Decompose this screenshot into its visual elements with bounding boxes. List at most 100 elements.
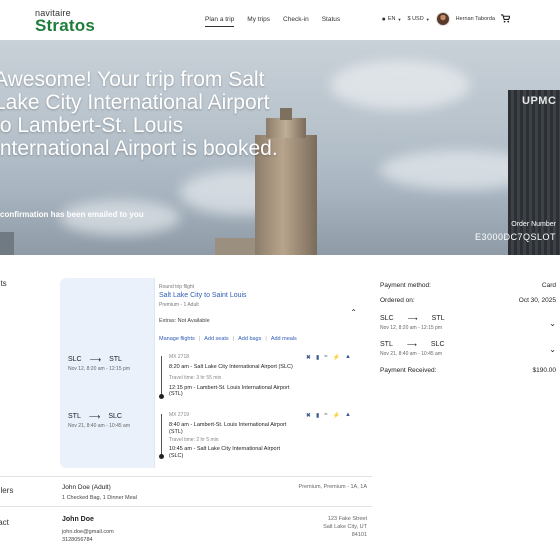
passenger-summary: Premium - 1 Adult	[159, 302, 199, 308]
payment-leg-outbound[interactable]: SLC ⟶ STL Nov 12, 8:20 am - 12:15 pm ⌄	[380, 315, 556, 331]
section-label-contact: tact	[0, 518, 9, 527]
departure-info: 8:20 am - Salt Lake City International A…	[169, 364, 293, 370]
power-icon: ⚡	[332, 413, 341, 419]
order-number-value: E3000DC7QSLOT	[474, 232, 556, 242]
main-nav: Plan a trip My trips Check-in Status	[205, 16, 340, 27]
payment-received-value: $190.00	[532, 367, 557, 374]
arrow-right-icon: ⟶	[88, 412, 101, 421]
extras-status: Extras: Not Available	[159, 318, 210, 324]
departure-info: 8:40 am - Lambert-St. Louis Internationa…	[169, 422, 287, 428]
chevron-down-icon: ▼	[397, 16, 402, 22]
itinerary-details: Round trip flight Salt Lake City to Sain…	[154, 278, 367, 468]
leg-dates: Nov 21, 8:40 am - 10:45 am	[68, 423, 130, 429]
payment-received-row: Payment Received: $190.00	[380, 367, 556, 374]
add-meals-link[interactable]: Add meals	[271, 336, 297, 342]
building-sign: UPMC	[522, 95, 557, 107]
user-name[interactable]: Hernan Taborda	[456, 16, 495, 22]
chevron-down-icon[interactable]: ⌄	[549, 319, 556, 331]
section-label-travelers: elers	[0, 486, 14, 495]
collapse-chevron-icon[interactable]: ⌃	[350, 308, 357, 317]
travel-time: Travel time: 2 hr 5 min	[169, 437, 219, 443]
manage-links: Manage flights | Add seats | Add bags | …	[159, 336, 297, 342]
payment-method-label: Payment method:	[380, 282, 431, 289]
contact-name: John Doe	[62, 516, 94, 523]
nav-status[interactable]: Status	[322, 16, 340, 27]
arrival-info-code: (STL)	[169, 391, 183, 397]
seat-icon: ▲	[345, 354, 351, 360]
payment-leg-return[interactable]: STL ⟶ SLC Nov 21, 8:40 am - 10:45 am ⌄	[380, 341, 556, 357]
chevron-down-icon[interactable]: ⌄	[549, 345, 556, 357]
power-icon: ⚡	[332, 355, 341, 361]
arrow-right-icon: ⟶	[406, 342, 417, 349]
language-selector[interactable]: ● EN ▼	[382, 16, 402, 23]
payment-method-row: Payment method: Card	[380, 282, 556, 289]
payment-received-label: Payment Received:	[380, 367, 437, 374]
leg-destination: STL	[109, 356, 122, 363]
leg-origin: SLC	[68, 356, 82, 363]
itinerary-legs-summary: SLC ⟶ STL Nov 12, 8:20 am - 12:15 pm STL…	[60, 278, 154, 468]
arrow-right-icon: ⟶	[407, 316, 418, 323]
section-label-flights: nts	[0, 279, 7, 288]
manage-flights-link[interactable]: Manage flights	[159, 336, 195, 342]
drink-icon: ▮	[315, 355, 320, 361]
ordered-on-row: Ordered on: Oct 30, 2025	[380, 297, 556, 304]
building-distant	[0, 232, 14, 255]
departure-info-code: (STL)	[169, 428, 183, 435]
meal-icon: ✖	[305, 413, 311, 419]
order-number-label: Order Number	[511, 221, 556, 228]
traveler-name: John Doe (Adult)	[62, 484, 111, 491]
contact-email: john.doe@gmail.com	[62, 529, 114, 535]
payment-method-value: Card	[541, 282, 556, 289]
flight-number: MX 2718	[169, 354, 190, 360]
leg-dates: Nov 21, 8:40 am - 10:45 am	[380, 351, 442, 357]
leg-destination: SLC	[430, 341, 445, 348]
cart-icon[interactable]	[501, 13, 511, 25]
nav-my-trips[interactable]: My trips	[247, 16, 270, 27]
building-upmc	[508, 90, 560, 255]
leg-destination: STL	[431, 315, 445, 322]
currency-label: $ USD	[407, 16, 424, 22]
leg-dates: Nov 12, 8:20 am - 12:15 pm	[68, 366, 130, 372]
seat-icon: ▲	[345, 412, 351, 418]
flight-number: MX 2719	[169, 412, 190, 418]
amenities: ✖ ▮ ≈ ⚡ ▲	[306, 412, 351, 419]
contact-address-line3: 84101	[351, 532, 367, 538]
contact-address-line1: 123 Fake Street	[327, 516, 367, 522]
nav-check-in[interactable]: Check-in	[283, 16, 309, 27]
drink-icon: ▮	[315, 413, 320, 419]
page: navitaire Stratos Plan a trip My trips C…	[0, 0, 560, 560]
language-label: EN	[387, 16, 396, 22]
contact-address-line2: Salt Lake City, UT	[323, 524, 367, 530]
booking-confirmation-title: Awesome! Your trip from Salt Lake City I…	[0, 68, 278, 160]
ordered-on-label: Ordered on:	[380, 297, 415, 304]
wifi-icon: ≈	[324, 412, 328, 418]
amenities: ✖ ▮ ≈ ⚡ ▲	[306, 354, 351, 361]
header-actions: ● EN ▼ $ USD ▼ Hernan Taborda	[382, 12, 511, 26]
leg-destination: SLC	[108, 413, 122, 420]
nav-plan-a-trip[interactable]: Plan a trip	[205, 16, 235, 27]
ordered-on-value: Oct 30, 2025	[518, 297, 556, 304]
add-bags-link[interactable]: Add bags	[238, 336, 261, 342]
arrival-info: 12:15 pm - Lambert-St. Louis Internation…	[169, 385, 290, 391]
hero-banner: UPMC Awesome! Your trip from Salt Lake C…	[0, 40, 560, 255]
traveler-fare: Premium, Premium - 1A, 1A	[298, 484, 367, 490]
brand-logo[interactable]: Stratos	[35, 16, 95, 36]
segment-outbound: MX 2718 ✖ ▮ ≈ ⚡ ▲ 8:20 am - Salt Lake Ci…	[159, 354, 359, 402]
trip-kind: Round trip flight	[159, 284, 195, 290]
currency-selector[interactable]: $ USD ▼	[407, 16, 429, 22]
arrival-info-code: (SLC)	[169, 452, 184, 459]
route-title: Salt Lake City to Saint Louis	[159, 292, 247, 299]
confirmation-subtitle: confirmation has been emailed to you	[0, 210, 144, 219]
arrival-info: 10:45 am - Salt Lake City International …	[169, 446, 280, 452]
add-seats-link[interactable]: Add seats	[204, 336, 228, 342]
chevron-down-icon: ▼	[425, 16, 430, 22]
globe-icon: ●	[381, 15, 386, 23]
building-low	[215, 238, 260, 255]
leg-origin: STL	[380, 341, 393, 348]
leg-summary-return: STL ⟶ SLC Nov 21, 8:40 am - 10:45 am	[68, 412, 130, 429]
leg-summary-outbound: SLC ⟶ STL Nov 12, 8:20 am - 12:15 pm	[68, 355, 130, 372]
leg-origin: STL	[68, 413, 81, 420]
avatar[interactable]	[435, 12, 450, 26]
header: navitaire Stratos Plan a trip My trips C…	[0, 0, 560, 40]
leg-origin: SLC	[380, 315, 394, 322]
